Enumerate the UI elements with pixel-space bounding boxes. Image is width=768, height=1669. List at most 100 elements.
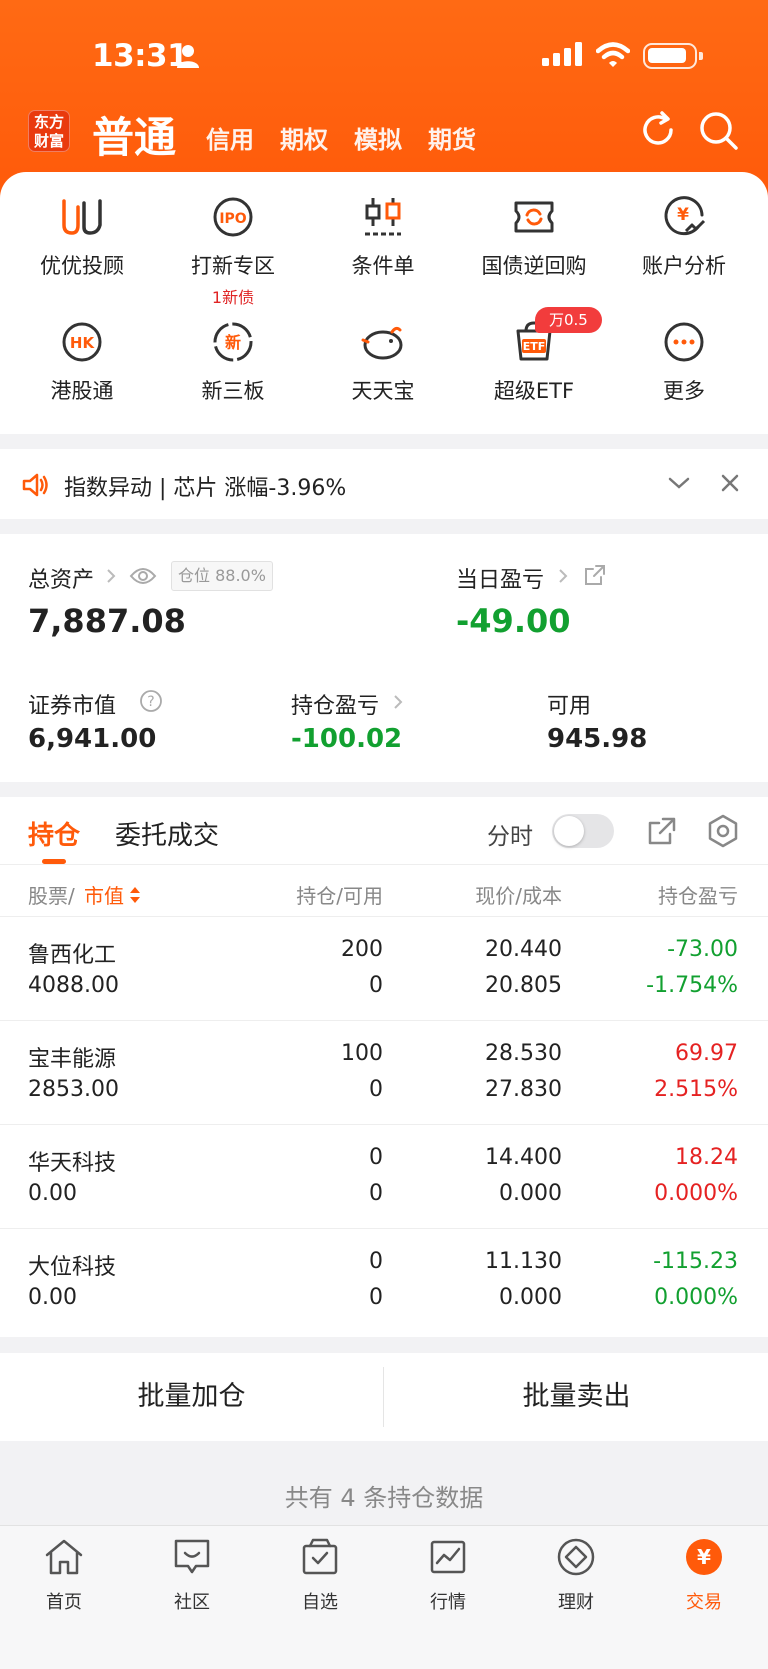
nav-label: 社区 [174,1592,210,1613]
nav-watchlist[interactable]: 自选 [270,1532,370,1614]
tab-simulation[interactable]: 模拟 [354,120,402,155]
more-icon [664,322,704,362]
daily-pl-value: -49.00 [456,602,571,640]
svg-text:HK: HK [70,334,96,352]
grid-item-account-analysis[interactable]: ¥ 账户分析 [614,194,754,280]
grid-item-hk-connect[interactable]: HK 港股通 [12,319,152,405]
tab-options[interactable]: 期权 [280,120,328,155]
nav-home[interactable]: 首页 [14,1532,114,1614]
nav-trade[interactable]: ¥ 交易 [654,1532,754,1614]
divider [383,1367,384,1427]
tab-positions[interactable]: 持仓 [28,815,80,852]
app-logo: 东方财富 [28,110,70,152]
nav-community[interactable]: 社区 [142,1532,242,1614]
holding-pl-value: -100.02 [291,724,403,754]
help-icon[interactable]: ? [139,689,163,713]
bottom-nav: 首页 社区 自选 行情 理财 ¥ 交易 [0,1525,768,1669]
new-bond-hint: 1新债 [211,288,255,307]
divider [0,864,768,865]
table-row[interactable]: 鲁西化工 4088.00 200 0 20.440 20.805 -73.00 -1.754% [0,916,768,1020]
available-qty: 0 [369,1181,383,1206]
fenshi-label: 分时 [487,824,533,850]
total-assets-label[interactable]: 总资产 [28,562,94,594]
tab-futures[interactable]: 期货 [428,120,476,155]
hk-icon: HK [62,322,102,362]
tab-credit[interactable]: 信用 [206,120,254,155]
batch-sell-button[interactable]: 批量卖出 [385,1353,768,1441]
col-header-stock: 股票/ [28,884,75,908]
app-header: 13:31 东方财富 普通 信用 期权 模拟 期货 [0,0,768,200]
eye-icon[interactable] [129,566,157,586]
grid-label: 港股通 [50,379,114,403]
grid-item-condition-order[interactable]: 条件单 [313,194,453,280]
position-pl: 18.24 [675,1145,738,1170]
position-pl-pct: -1.754% [646,973,738,998]
daily-pl-label[interactable]: 当日盈亏 [456,562,544,594]
col-header-pl: 持仓盈亏 [658,884,738,908]
nav-market[interactable]: 行情 [398,1532,498,1614]
grid-item-tiantianbao[interactable]: 天天宝 [313,319,453,405]
grid-label: 更多 [663,379,705,403]
etf-fee-badge: 万0.5 [535,307,602,333]
tab-normal[interactable]: 普通 [92,104,176,165]
fenshi-toggle[interactable] [552,814,614,848]
position-pl-pct: 0.000% [654,1181,738,1206]
grid-label: 打新专区 [191,254,275,278]
gear-icon[interactable] [706,814,740,848]
chevron-right-icon [107,569,116,583]
export-icon[interactable] [647,816,677,846]
piggy-bank-icon [361,326,403,360]
grid-item-more[interactable]: 更多 [614,319,754,405]
chevron-down-icon[interactable] [668,476,690,490]
position-pl: -73.00 [667,937,738,962]
wifi-icon [596,42,630,67]
svg-text:IPO: IPO [219,211,246,227]
total-assets-value: 7,887.08 [28,602,186,640]
grid-item-new-third-board[interactable]: 新 新三板 [163,319,303,405]
uu-advisor-icon [62,199,102,235]
notice-text: 指数异动 | 芯片 涨幅-3.96% [64,476,347,501]
search-icon[interactable] [698,110,740,152]
quick-entry-card: 优优投顾 IPO 打新专区 1新债 条件单 国债逆回购 ¥ 账户分析 HK 港股… [0,172,768,434]
positions-count: 共有 4 条持仓数据 [284,1484,484,1512]
grid-label: 优优投顾 [40,254,124,278]
position-pl: 69.97 [675,1041,738,1066]
grid-item-repo[interactable]: 国债逆回购 [464,194,604,280]
notice-bar[interactable]: 指数异动 | 芯片 涨幅-3.96% [0,449,768,519]
watchlist-icon [302,1538,338,1575]
table-row[interactable]: 华天科技 0.00 0 0 14.400 0.000 18.24 0.000% [0,1124,768,1228]
grid-item-ipo[interactable]: IPO 打新专区 1新债 [163,194,303,308]
nav-label: 首页 [46,1592,82,1613]
position-pl: -115.23 [653,1249,738,1274]
action-bar: 批量加仓 批量卖出 [0,1353,768,1441]
nav-wealth[interactable]: 理财 [526,1532,626,1614]
refresh-icon[interactable] [638,110,678,150]
positions-panel: 持仓 委托成交 分时 股票/ 市值 持仓/可用 现价/成本 持仓盈亏 鲁西化工 4… [0,797,768,1337]
col-header-price: 现价/成本 [475,884,562,908]
grid-item-uu-advisor[interactable]: 优优投顾 [12,194,152,280]
table-row[interactable]: 大位科技 0.00 0 0 11.130 0.000 -115.23 0.000% [0,1228,768,1332]
position-ratio-badge: 仓位 88.0% [171,561,273,591]
available-label: 可用 [547,694,592,719]
account-type-tabs: 信用 期权 模拟 期货 [206,120,476,155]
col-header-market-value[interactable]: 市值 [84,880,124,909]
sort-icon[interactable] [129,886,141,904]
svg-text:¥: ¥ [677,205,689,225]
candlestick-icon [365,198,401,236]
close-icon[interactable] [721,474,739,492]
holding-pl-label[interactable]: 持仓盈亏 [291,688,379,720]
cost-price: 27.830 [485,1077,562,1102]
nav-label: 交易 [686,1592,722,1613]
stock-name: 鲁西化工 [28,943,117,968]
svg-text:?: ? [147,694,154,710]
speaker-icon [22,473,48,497]
available-value: 945.98 [547,724,648,754]
table-row[interactable]: 宝丰能源 2853.00 100 0 28.530 27.830 69.97 2.515% [0,1020,768,1124]
share-icon[interactable] [584,564,606,586]
cost-price: 0.000 [499,1181,562,1206]
available-qty: 0 [369,973,383,998]
tab-orders[interactable]: 委托成交 [115,815,219,852]
market-value: 6,941.00 [28,724,157,754]
batch-add-button[interactable]: 批量加仓 [0,1353,383,1441]
stock-name: 大位科技 [28,1255,117,1280]
